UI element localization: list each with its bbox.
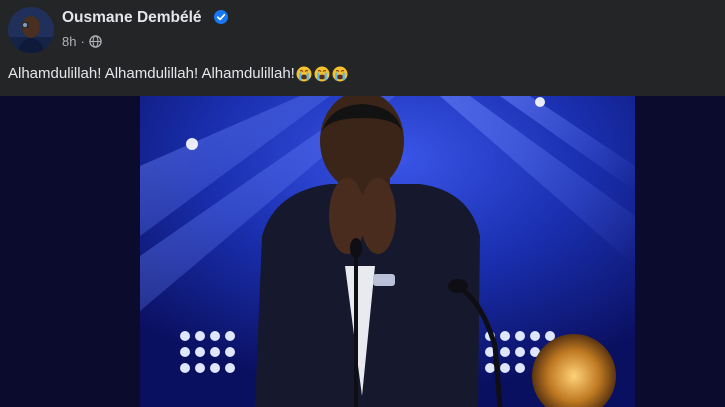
author-name[interactable]: Ousmane Dembélé xyxy=(62,9,202,27)
timestamp[interactable]: 8h xyxy=(62,34,76,49)
post-meta: 8h · xyxy=(62,33,102,49)
avatar[interactable] xyxy=(8,7,54,53)
globe-icon[interactable] xyxy=(89,34,102,48)
caption-text: Alhamdulillah! Alhamdulillah! Alhamdulil… xyxy=(8,65,295,82)
facebook-post: Ousmane Dembélé 8h · Alhamdulillah! Alha… xyxy=(0,0,725,407)
post-header: Ousmane Dembélé 8h · xyxy=(0,0,725,60)
loudly-crying-face-emoji xyxy=(314,66,330,81)
loudly-crying-face-emoji xyxy=(332,66,348,81)
photo-illustration xyxy=(0,96,725,407)
caption-emojis xyxy=(296,66,350,82)
separator-dot: · xyxy=(80,33,85,49)
post-photo[interactable] xyxy=(0,96,725,407)
post-caption: Alhamdulillah! Alhamdulillah! Alhamdulil… xyxy=(8,65,350,82)
loudly-crying-face-emoji xyxy=(296,66,312,81)
verified-badge-icon xyxy=(214,10,228,24)
